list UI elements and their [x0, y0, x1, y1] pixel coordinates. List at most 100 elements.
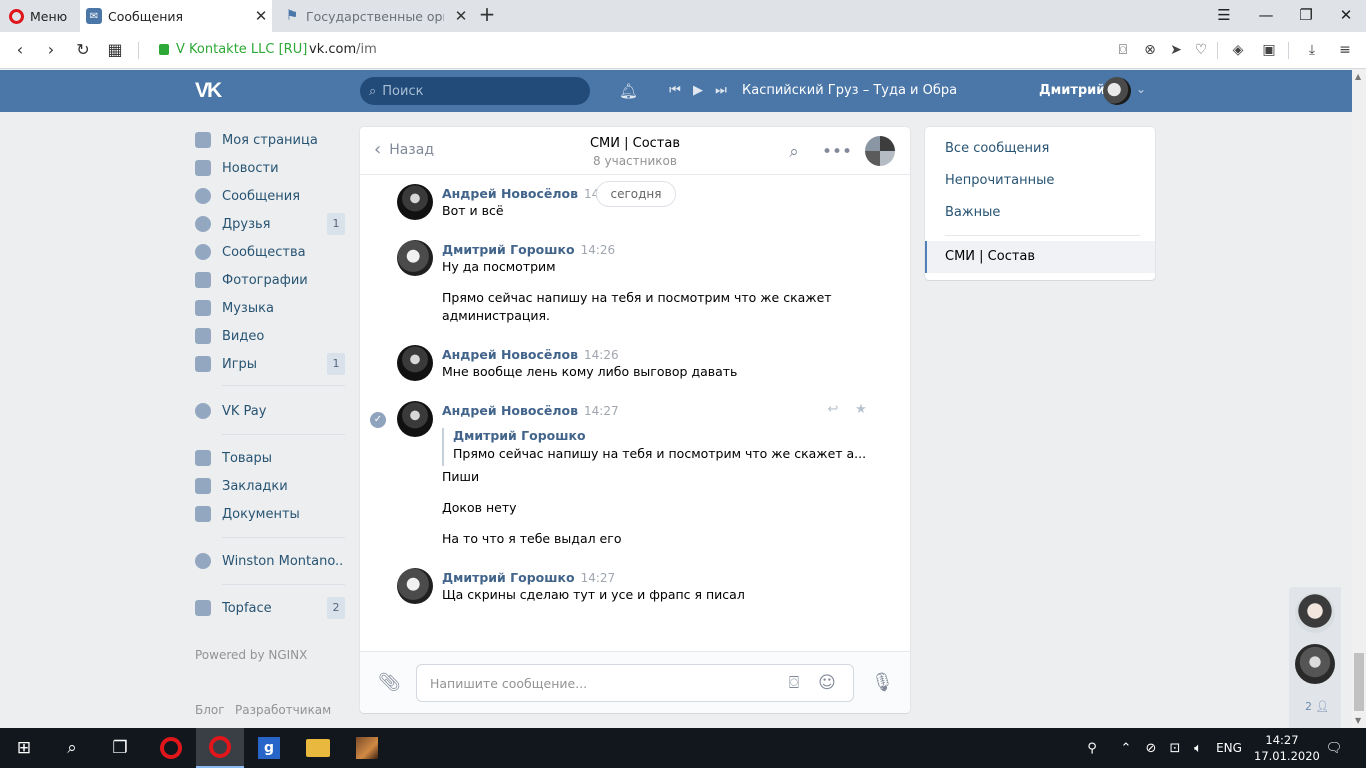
- author-avatar[interactable]: [397, 184, 433, 220]
- tab-gov-orgs[interactable]: ⚑ Государственные организации ✕: [276, 0, 472, 32]
- notifications-icon[interactable]: 🗨︎: [1320, 728, 1348, 768]
- select-check-icon[interactable]: ✓: [370, 412, 386, 428]
- message-author[interactable]: Дмитрий Горошко 14:26: [442, 242, 615, 257]
- taskbar-opera-active[interactable]: [196, 728, 244, 768]
- more-options-icon[interactable]: •••: [822, 141, 852, 163]
- sidebar-item-my-page[interactable]: Моя страница: [195, 126, 345, 154]
- chat-bubble-avatar[interactable]: [1295, 593, 1335, 633]
- bookmark-heart-icon[interactable]: ♡: [1192, 41, 1210, 59]
- system-clock[interactable]: 14:27 17.01.2020: [1254, 732, 1320, 764]
- antivirus-icon[interactable]: ⊘: [1140, 728, 1162, 768]
- forward-arrow-icon[interactable]: ›: [39, 38, 63, 62]
- active-conversation-item[interactable]: СМИ | Состав: [925, 241, 1155, 273]
- search-icon[interactable]: ⌕: [783, 141, 805, 163]
- language-indicator[interactable]: ENG: [1212, 728, 1246, 768]
- author-avatar[interactable]: [397, 568, 433, 604]
- scroll-down-icon[interactable]: ▼: [1355, 716, 1361, 725]
- sidebar-item-winston[interactable]: Winston Montano..: [195, 547, 345, 575]
- task-view-icon[interactable]: ❐: [96, 728, 144, 768]
- search-input[interactable]: ⌕ Поиск: [360, 77, 590, 105]
- show-hidden-icons-icon[interactable]: ⌃: [1116, 728, 1136, 768]
- taskbar-explorer[interactable]: [294, 728, 342, 768]
- now-playing-track[interactable]: Каспийский Груз – Туда и Обратно: [742, 83, 957, 98]
- send-icon[interactable]: ➤: [1167, 41, 1185, 59]
- filter-unread[interactable]: Непрочитанные: [945, 173, 1054, 188]
- footer-link-developers[interactable]: Разработчикам: [235, 703, 331, 717]
- network-icon[interactable]: ⊡: [1164, 728, 1186, 768]
- vk-logo[interactable]: VK: [195, 80, 229, 102]
- url-field[interactable]: vk.com/im: [309, 42, 377, 57]
- author-avatar[interactable]: [397, 345, 433, 381]
- sidebar-item-news[interactable]: Новости: [195, 154, 345, 182]
- taskbar-app-g[interactable]: g: [245, 728, 293, 768]
- next-track-icon[interactable]: ⏭︎: [713, 82, 729, 100]
- volume-icon[interactable]: 🔈︎: [1187, 728, 1209, 768]
- author-avatar[interactable]: [397, 401, 433, 437]
- extension-sf-icon[interactable]: ▣: [1260, 41, 1278, 59]
- microphone-icon[interactable]: 🎙︎: [871, 671, 894, 695]
- chat-bubble-avatar[interactable]: [1295, 644, 1335, 684]
- sidebar-item-music[interactable]: Музыка: [195, 294, 345, 322]
- taskbar-game[interactable]: [343, 728, 391, 768]
- forwarded-quote[interactable]: Дмитрий Горошко Прямо сейчас напишу на т…: [442, 428, 866, 466]
- vk-favicon-icon: ⚑: [285, 8, 299, 24]
- message-author[interactable]: Дмитрий Горошко 14:27: [442, 570, 615, 585]
- conversation-avatar[interactable]: [865, 136, 895, 166]
- extension-cube-icon[interactable]: ◈: [1229, 41, 1247, 59]
- easy-setup-icon[interactable]: ≡: [1336, 41, 1354, 59]
- sidebar-item-games[interactable]: Игры 1: [195, 350, 345, 378]
- search-icon[interactable]: ⌕: [48, 728, 96, 768]
- speed-dial-icon[interactable]: ▦: [103, 38, 127, 62]
- opera-menu-button[interactable]: Меню: [0, 0, 76, 32]
- footer-link-blog[interactable]: Блог: [195, 703, 225, 717]
- tab-messages[interactable]: ✉ Сообщения ✕: [80, 0, 272, 32]
- new-tab-button[interactable]: +: [476, 4, 498, 26]
- sidebar-item-video[interactable]: Видео: [195, 322, 345, 350]
- taskbar-opera-pinned[interactable]: [147, 728, 195, 768]
- page-scrollbar[interactable]: ▲ ▼: [1352, 70, 1366, 728]
- sidebar-item-topface[interactable]: Topface 2: [195, 594, 345, 622]
- message-author[interactable]: Андрей Новосёлов14:26: [442, 347, 619, 362]
- back-arrow-icon[interactable]: ‹: [8, 38, 32, 62]
- message-author[interactable]: Андрей Новосёлов14:26: [442, 186, 619, 201]
- hidden-chats-count[interactable]: 2 👤︎: [1305, 700, 1329, 713]
- user-name[interactable]: Дмитрий: [1039, 83, 1105, 98]
- download-icon[interactable]: ⤓: [1303, 41, 1321, 59]
- filter-all-messages[interactable]: Все сообщения: [945, 141, 1049, 156]
- tab-menu-icon[interactable]: ☰: [1204, 0, 1244, 32]
- snapshot-icon[interactable]: ⌼: [1114, 41, 1132, 59]
- notifications-bell-icon[interactable]: 🔔︎: [619, 82, 638, 100]
- filter-important[interactable]: Важные: [945, 205, 1000, 220]
- close-tab-icon[interactable]: ✕: [250, 7, 272, 25]
- security-badge[interactable]: V Kontakte LLC [RU]: [176, 42, 307, 57]
- sidebar-item-messages[interactable]: Сообщения: [195, 182, 345, 210]
- star-icon[interactable]: ★: [853, 402, 869, 418]
- sidebar-item-communities[interactable]: Сообщества: [195, 238, 345, 266]
- minimize-button[interactable]: —: [1246, 0, 1286, 32]
- scrollbar-thumb[interactable]: [1354, 653, 1364, 711]
- close-window-button[interactable]: ✕: [1326, 0, 1366, 32]
- reload-icon[interactable]: ↻: [71, 38, 95, 62]
- close-tab-icon[interactable]: ✕: [450, 7, 472, 25]
- author-avatar[interactable]: [397, 240, 433, 276]
- people-icon[interactable]: ⚲: [1080, 728, 1104, 768]
- message-author[interactable]: Андрей Новосёлов 14:27: [442, 403, 619, 418]
- sidebar-item-goods[interactable]: Товары: [195, 444, 345, 472]
- adblock-icon[interactable]: ⊗: [1141, 41, 1159, 59]
- windows-start-icon[interactable]: ⊞: [0, 728, 48, 768]
- sidebar-item-photos[interactable]: Фотографии: [195, 266, 345, 294]
- sidebar-item-bookmarks[interactable]: Закладки: [195, 472, 345, 500]
- chevron-down-icon[interactable]: ⌄: [1136, 82, 1146, 96]
- reply-icon[interactable]: ↩: [825, 402, 841, 418]
- sidebar-item-vk-pay[interactable]: VK Pay: [195, 397, 345, 425]
- user-avatar[interactable]: [1103, 77, 1131, 105]
- play-icon[interactable]: ▶: [690, 82, 706, 100]
- maximize-button[interactable]: ❐: [1286, 0, 1326, 32]
- emoji-icon[interactable]: ☺: [816, 672, 838, 694]
- scroll-up-icon[interactable]: ▲: [1355, 72, 1361, 81]
- camera-icon[interactable]: ⌼: [783, 672, 805, 694]
- previous-track-icon[interactable]: ⏮︎: [667, 82, 683, 100]
- paperclip-icon[interactable]: 📎︎: [378, 672, 401, 694]
- sidebar-item-documents[interactable]: Документы: [195, 500, 345, 528]
- sidebar-item-friends[interactable]: Друзья 1: [195, 210, 345, 238]
